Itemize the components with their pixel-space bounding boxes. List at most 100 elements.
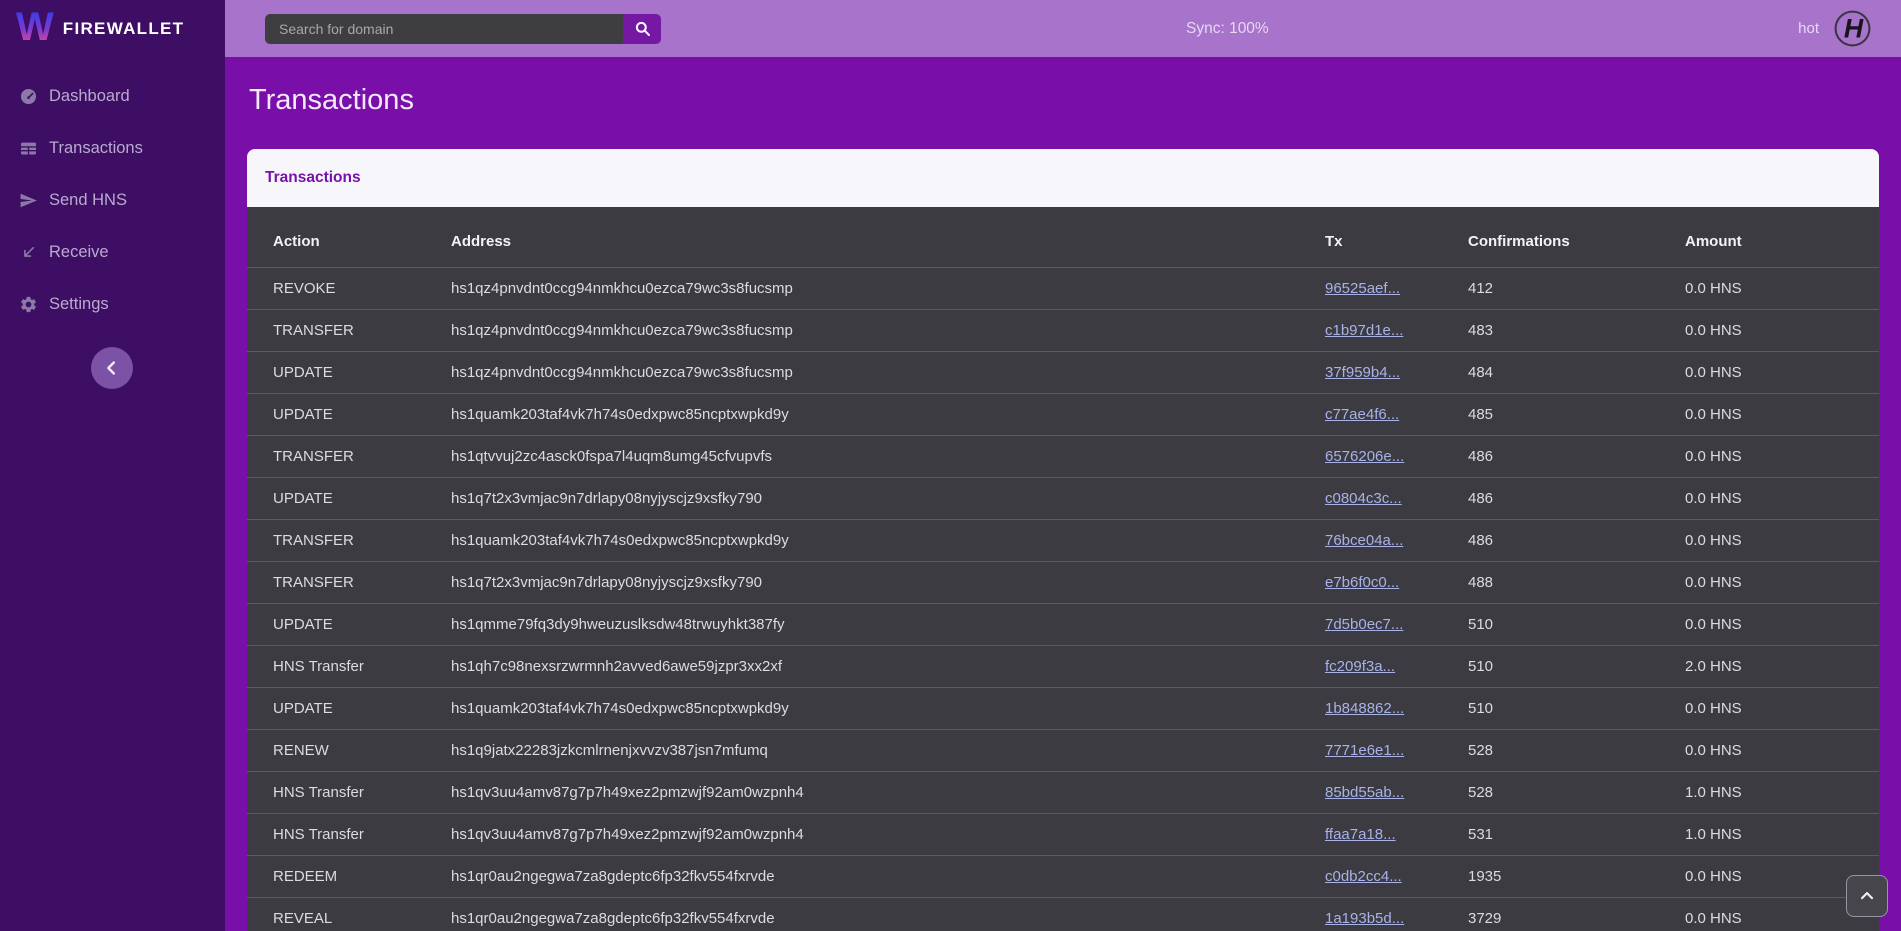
amount-cell: 0.0 HNS bbox=[1685, 268, 1879, 310]
transactions-table: ActionAddressTxConfirmationsAmount REVOK… bbox=[247, 207, 1879, 931]
column-header-amount: Amount bbox=[1685, 207, 1879, 268]
table-row: UPDATEhs1quamk203taf4vk7h74s0edxpwc85ncp… bbox=[247, 688, 1879, 730]
address-cell: hs1qtvvuj2zc4asck0fspa7l4uqm8umg45cfvupv… bbox=[451, 436, 1325, 478]
page-title: Transactions bbox=[247, 57, 1879, 149]
transactions-panel: Transactions ActionAddressTxConfirmation… bbox=[247, 149, 1879, 931]
search-icon bbox=[633, 19, 652, 38]
tx-link[interactable]: 37f959b4... bbox=[1325, 364, 1400, 381]
tx-cell: 7d5b0ec7... bbox=[1325, 604, 1468, 646]
table-row: HNS Transferhs1qv3uu4amv87g7p7h49xez2pmz… bbox=[247, 772, 1879, 814]
table-row: TRANSFERhs1qtvvuj2zc4asck0fspa7l4uqm8umg… bbox=[247, 436, 1879, 478]
tx-cell: 6576206e... bbox=[1325, 436, 1468, 478]
tx-link[interactable]: 76bce04a... bbox=[1325, 532, 1403, 549]
address-cell: hs1qr0au2ngegwa7za8gdeptc6fp32fkv554fxrv… bbox=[451, 898, 1325, 931]
tx-cell: 37f959b4... bbox=[1325, 352, 1468, 394]
tx-link[interactable]: c0db2cc4... bbox=[1325, 868, 1402, 885]
amount-cell: 0.0 HNS bbox=[1685, 352, 1879, 394]
topbar: Sync: 100% hot H bbox=[225, 0, 1901, 57]
confirmations-cell: 412 bbox=[1468, 268, 1685, 310]
tx-link[interactable]: 1a193b5d... bbox=[1325, 910, 1404, 927]
tx-link[interactable]: 85bd55ab... bbox=[1325, 784, 1404, 801]
confirmations-cell: 488 bbox=[1468, 562, 1685, 604]
tx-cell: 96525aef... bbox=[1325, 268, 1468, 310]
table-row: REDEEMhs1qr0au2ngegwa7za8gdeptc6fp32fkv5… bbox=[247, 856, 1879, 898]
confirmations-cell: 510 bbox=[1468, 688, 1685, 730]
tx-cell: c1b97d1e... bbox=[1325, 310, 1468, 352]
action-cell: TRANSFER bbox=[247, 436, 451, 478]
tx-link[interactable]: c77ae4f6... bbox=[1325, 406, 1399, 423]
confirmations-cell: 3729 bbox=[1468, 898, 1685, 931]
sidebar-item-send-hns[interactable]: Send HNS bbox=[0, 174, 225, 226]
table-row: TRANSFERhs1q7t2x3vmjac9n7drlapy08nyjyscj… bbox=[247, 562, 1879, 604]
action-cell: TRANSFER bbox=[247, 562, 451, 604]
address-cell: hs1quamk203taf4vk7h74s0edxpwc85ncptxwpkd… bbox=[451, 520, 1325, 562]
tx-link[interactable]: e7b6f0c0... bbox=[1325, 574, 1399, 591]
amount-cell: 0.0 HNS bbox=[1685, 310, 1879, 352]
confirmations-cell: 510 bbox=[1468, 646, 1685, 688]
action-cell: TRANSFER bbox=[247, 520, 451, 562]
sidebar-item-label: Transactions bbox=[49, 139, 143, 158]
tx-cell: 1a193b5d... bbox=[1325, 898, 1468, 931]
tx-link[interactable]: 96525aef... bbox=[1325, 280, 1400, 297]
confirmations-cell: 1935 bbox=[1468, 856, 1685, 898]
sidebar-item-settings[interactable]: Settings bbox=[0, 278, 225, 330]
address-cell: hs1qv3uu4amv87g7p7h49xez2pmzwjf92am0wzpn… bbox=[451, 814, 1325, 856]
brand-name: FIREWALLET bbox=[63, 19, 185, 39]
search-button[interactable] bbox=[623, 14, 661, 44]
sidebar-item-receive[interactable]: Receive bbox=[0, 226, 225, 278]
table-row: REVOKEhs1qz4pnvdnt0ccg94nmkhcu0ezca79wc3… bbox=[247, 268, 1879, 310]
action-cell: HNS Transfer bbox=[247, 814, 451, 856]
table-header-row: ActionAddressTxConfirmationsAmount bbox=[247, 207, 1879, 268]
sidebar-item-dashboard[interactable]: Dashboard bbox=[0, 70, 225, 122]
tx-link[interactable]: 1b848862... bbox=[1325, 700, 1404, 717]
tx-cell: 7771e6e1... bbox=[1325, 730, 1468, 772]
wallet-switcher[interactable]: hot H bbox=[1798, 8, 1873, 49]
tx-link[interactable]: 7d5b0ec7... bbox=[1325, 616, 1403, 633]
svg-text:H: H bbox=[1844, 14, 1864, 44]
sidebar-item-transactions[interactable]: Transactions bbox=[0, 122, 225, 174]
action-cell: REDEEM bbox=[247, 856, 451, 898]
handshake-icon[interactable]: H bbox=[1832, 8, 1873, 49]
tx-link[interactable]: fc209f3a... bbox=[1325, 658, 1395, 675]
tx-link[interactable]: c1b97d1e... bbox=[1325, 322, 1403, 339]
tx-cell: c77ae4f6... bbox=[1325, 394, 1468, 436]
address-cell: hs1qr0au2ngegwa7za8gdeptc6fp32fkv554fxrv… bbox=[451, 856, 1325, 898]
confirmations-cell: 483 bbox=[1468, 310, 1685, 352]
sidebar: W FIREWALLET Dashboard Transactions Send H… bbox=[0, 0, 225, 931]
amount-cell: 0.0 HNS bbox=[1685, 688, 1879, 730]
sidebar-item-label: Settings bbox=[49, 295, 109, 314]
amount-cell: 1.0 HNS bbox=[1685, 772, 1879, 814]
tx-link[interactable]: c0804c3c... bbox=[1325, 490, 1402, 507]
tx-link[interactable]: ffaa7a18... bbox=[1325, 826, 1396, 843]
action-cell: REVOKE bbox=[247, 268, 451, 310]
address-cell: hs1q7t2x3vmjac9n7drlapy08nyjyscjz9xsfky7… bbox=[451, 562, 1325, 604]
sync-status: Sync: 100% bbox=[1186, 0, 1269, 57]
tx-cell: 1b848862... bbox=[1325, 688, 1468, 730]
tx-link[interactable]: 7771e6e1... bbox=[1325, 742, 1404, 759]
confirmations-cell: 510 bbox=[1468, 604, 1685, 646]
confirmations-cell: 484 bbox=[1468, 352, 1685, 394]
tx-link[interactable]: 6576206e... bbox=[1325, 448, 1404, 465]
confirmations-cell: 528 bbox=[1468, 730, 1685, 772]
main-content: Transactions Transactions ActionAddressT… bbox=[225, 57, 1901, 931]
action-cell: HNS Transfer bbox=[247, 772, 451, 814]
confirmations-cell: 531 bbox=[1468, 814, 1685, 856]
table-row: REVEALhs1qr0au2ngegwa7za8gdeptc6fp32fkv5… bbox=[247, 898, 1879, 931]
amount-cell: 1.0 HNS bbox=[1685, 814, 1879, 856]
table-row: TRANSFERhs1qz4pnvdnt0ccg94nmkhcu0ezca79w… bbox=[247, 310, 1879, 352]
action-cell: TRANSFER bbox=[247, 310, 451, 352]
search-input[interactable] bbox=[265, 14, 623, 44]
address-cell: hs1qz4pnvdnt0ccg94nmkhcu0ezca79wc3s8fucs… bbox=[451, 352, 1325, 394]
action-cell: HNS Transfer bbox=[247, 646, 451, 688]
action-cell: UPDATE bbox=[247, 688, 451, 730]
transactions-icon bbox=[19, 139, 38, 158]
address-cell: hs1qmme79fq3dy9hweuzuslksdw48trwuyhkt387… bbox=[451, 604, 1325, 646]
confirmations-cell: 485 bbox=[1468, 394, 1685, 436]
chevron-up-icon bbox=[1857, 886, 1877, 906]
address-cell: hs1qz4pnvdnt0ccg94nmkhcu0ezca79wc3s8fucs… bbox=[451, 268, 1325, 310]
tx-cell: fc209f3a... bbox=[1325, 646, 1468, 688]
firewallet-logo-icon: W bbox=[16, 7, 54, 47]
scroll-to-top-button[interactable] bbox=[1846, 875, 1888, 917]
sidebar-collapse-button[interactable] bbox=[91, 347, 133, 389]
address-cell: hs1quamk203taf4vk7h74s0edxpwc85ncptxwpkd… bbox=[451, 688, 1325, 730]
